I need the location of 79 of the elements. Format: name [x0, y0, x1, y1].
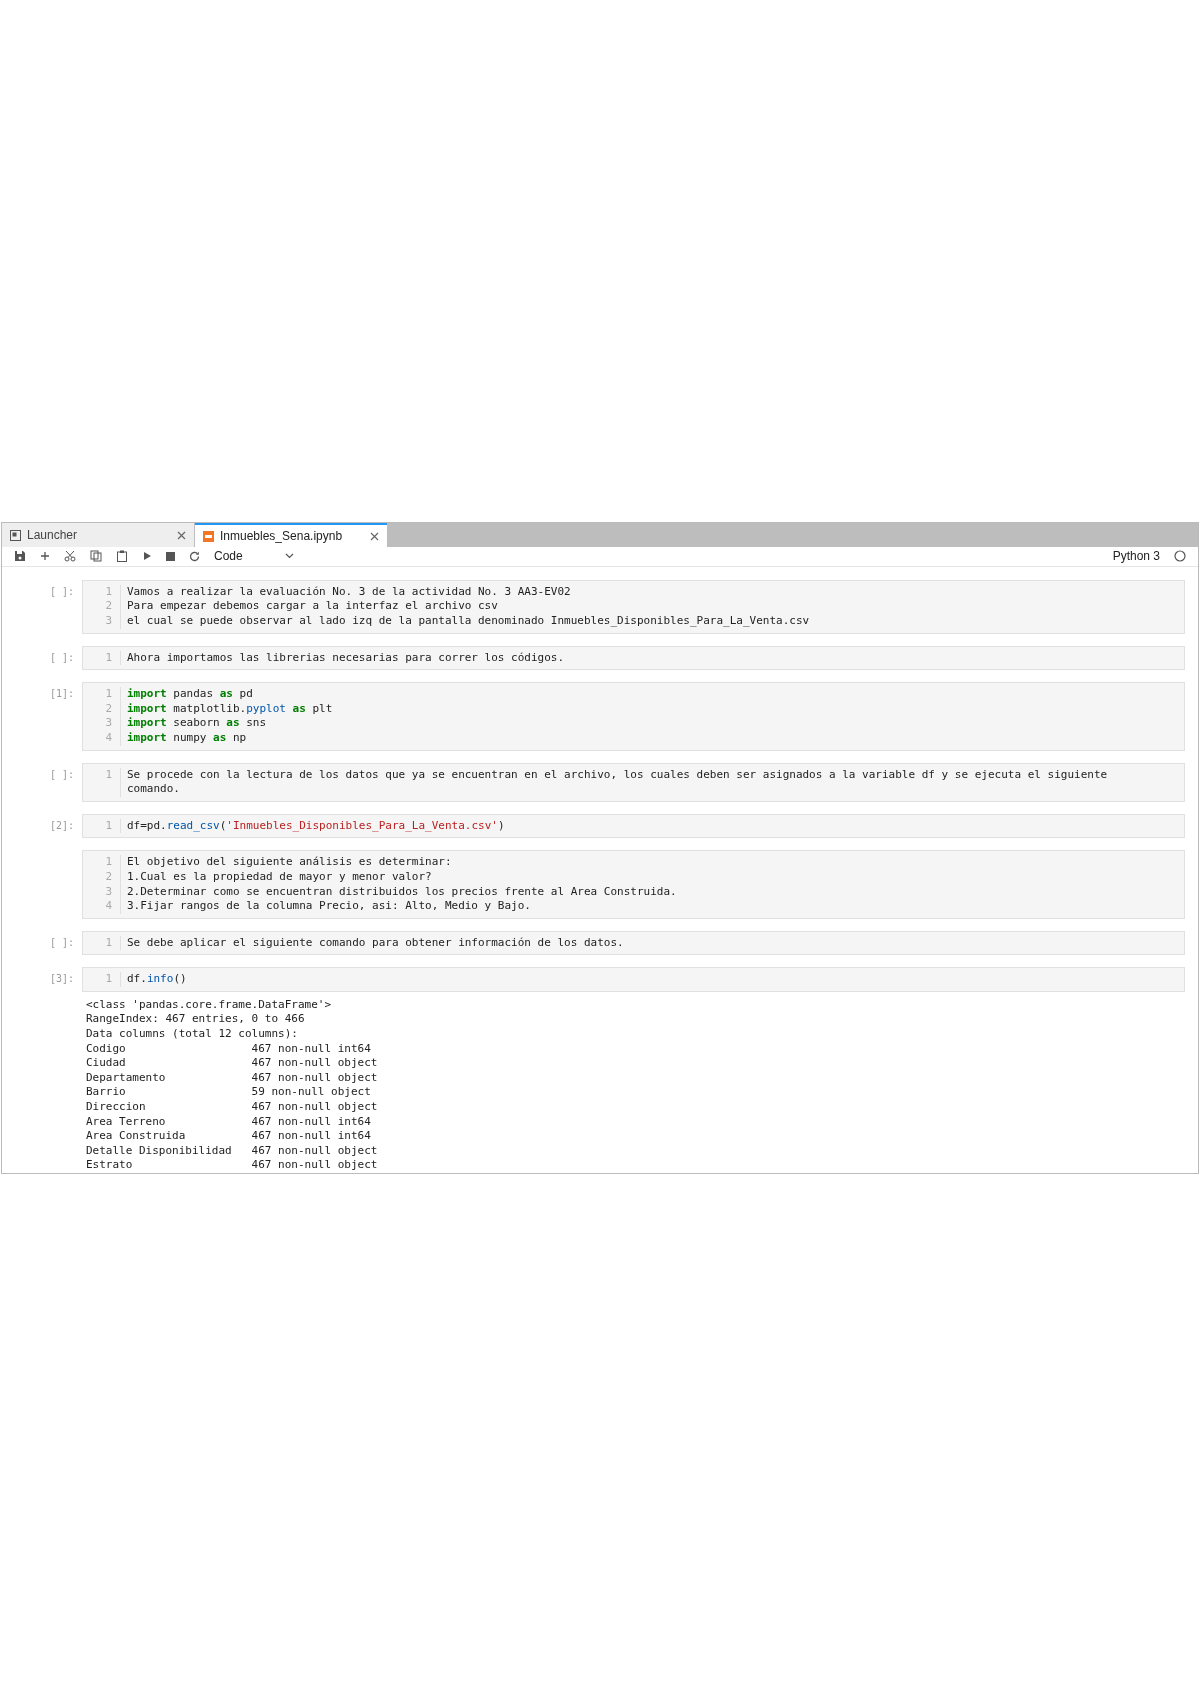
output-line: Area Construida 467 non-null int64	[86, 1129, 372, 1144]
line-number: 3	[105, 716, 112, 731]
tab-label: Inmuebles_Sena.ipynb	[220, 528, 344, 545]
output-line: RangeIndex: 467 entries, 0 to 466	[86, 1012, 306, 1028]
cell-prompt: [ ]:	[49, 768, 74, 780]
code-line: Ahora importamos las librerias necesarias para correr los códigos.	[127, 650, 566, 666]
cell-prompt: [3]:	[49, 973, 74, 985]
code-line: Para empezar debemos cargar a la interfaz el archivo csv	[127, 599, 499, 614]
line-number: 1	[105, 972, 112, 987]
output-line: Area Terreno 467 non-null int64	[86, 1114, 372, 1130]
cell-prompt: [ ]:	[49, 585, 74, 597]
code-line: df.info()	[127, 972, 188, 987]
paste-icon[interactable]	[116, 550, 128, 563]
play-icon[interactable]	[142, 551, 152, 562]
line-number: 1	[105, 855, 112, 870]
close-icon[interactable]	[177, 530, 186, 540]
line-number: 1	[105, 687, 112, 702]
line-number: 4	[105, 899, 112, 914]
line-number: 2	[105, 869, 112, 885]
line-number: 2	[105, 701, 112, 717]
cell-prompt: [2]:	[49, 819, 74, 831]
notebook-tab[interactable]: Launcher	[2, 523, 194, 547]
notebook-tab[interactable]: Inmuebles_Sena.ipynb	[195, 523, 387, 547]
output-line: Codigo 467 non-null int64	[86, 1041, 372, 1057]
code-line: import matplotlib.pyplot as plt	[127, 701, 334, 717]
code-cell[interactable]: 1 2 3 4 import pandas as pd import matplotlib.pyplot as plt import seaborn as sns import numpy as np	[82, 682, 1185, 751]
notebook-icon	[203, 530, 214, 542]
line-number: 3	[105, 613, 112, 629]
line-number: 1	[105, 584, 112, 600]
code-cell[interactable]: 1 df.info()	[82, 967, 1185, 992]
code-line: 3.Fijar rangos de la columna Precio, asi: Alto, Medio y Bajo.	[127, 899, 532, 914]
line-number: 4	[105, 730, 112, 746]
close-icon[interactable]	[370, 531, 379, 541]
code-line: Se procede con la lectura de los datos que ya se encuentran en el archivo, los cuales deben ser asignados a la variable df y se ejecuta el siguiente comando.	[127, 767, 1109, 797]
code-line: el cual se puede observar al lado izq de la pantalla denominado Inmuebles_Disponibles_Para_La_Venta.csv	[127, 613, 811, 629]
cell-prompt: [1]:	[49, 688, 74, 700]
copy-icon[interactable]	[90, 550, 102, 563]
code-cell[interactable]: 1 Se procede con la lectura de los datos que ya se encuentran en el archivo, los cuales deben ser asignados a la variable df y se ejecuta el siguiente comando.	[82, 762, 1185, 802]
output-line: Direccion 467 non-null object	[86, 1100, 379, 1115]
code-cell[interactable]: 1 Ahora importamos las librerias necesarias para correr los códigos.	[82, 645, 1185, 671]
code-line: 1.Cual es la propiedad de mayor y menor valor?	[127, 869, 433, 885]
code-line: 2.Determinar como se encuentran distribuidos los precios frente al Area Construida.	[127, 884, 678, 900]
tab-label: Launcher	[27, 527, 79, 544]
line-number: 1	[105, 767, 112, 783]
code-line: df=pd.read_csv('Inmuebles_Disponibles_Para_La_Venta.csv')	[127, 818, 506, 834]
cell-prompt: [ ]:	[49, 936, 74, 948]
kernel-status-icon	[1174, 550, 1186, 563]
cell-prompt: [ ]:	[49, 651, 74, 663]
add-icon[interactable]	[40, 551, 50, 562]
line-number: 1	[105, 650, 112, 666]
cell-type-dropdown[interactable]: Code	[214, 547, 294, 566]
code-cell[interactable]: 1 Se debe aplicar el siguiente comando para obtener información de los datos.	[82, 930, 1185, 956]
output-line: Detalle Disponibilidad 467 non-null object	[86, 1143, 379, 1159]
code-line: El objetivo del siguiente análisis es determinar:	[127, 855, 453, 870]
line-number: 2	[105, 599, 112, 614]
line-number: 3	[105, 884, 112, 900]
save-icon[interactable]	[14, 550, 26, 563]
line-number: 1	[105, 935, 112, 951]
code-cell[interactable]	[82, 579, 1185, 634]
code-line: Vamos a realizar la evaluación No. 3 de la actividad No. 3 AA3-EV02	[127, 584, 572, 600]
code-cell[interactable]: 1 df=pd.read_csv('Inmuebles_Disponibles_Para_La_Venta.csv')	[82, 813, 1185, 839]
restart-icon[interactable]	[189, 550, 200, 562]
code-line: import pandas as pd	[127, 687, 254, 702]
code-line: Se debe aplicar el siguiente comando para obtener información de los datos.	[127, 935, 625, 951]
output-line: Estrato 467 non-null object	[86, 1158, 379, 1173]
launcher-icon	[10, 529, 21, 541]
output-line: Ciudad 467 non-null object	[86, 1056, 379, 1071]
caret-icon	[285, 553, 294, 560]
line-number: 1	[105, 818, 112, 834]
scissors-icon[interactable]	[64, 550, 76, 563]
code-line: import numpy as np	[127, 730, 248, 746]
code-line: import seaborn as sns	[127, 716, 268, 731]
kernel-name[interactable]: Python 3	[1112, 547, 1160, 566]
output-line: <class 'pandas.core.frame.DataFrame'>	[86, 997, 333, 1013]
output-line: Data columns (total 12 columns):	[86, 1027, 299, 1042]
stop-icon[interactable]	[166, 551, 175, 561]
output-line: Barrio 59 non-null object	[86, 1085, 372, 1101]
output-line: Departamento 467 non-null object	[86, 1070, 379, 1086]
code-cell[interactable]	[82, 850, 1185, 919]
